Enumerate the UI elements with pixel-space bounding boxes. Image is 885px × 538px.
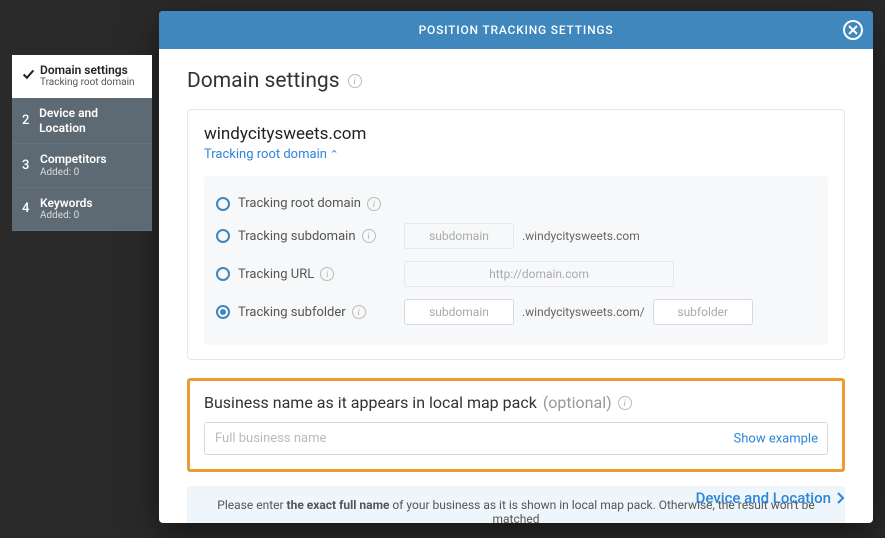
modal-header: POSITION TRACKING SETTINGS: [159, 11, 873, 49]
radio-subfolder-label[interactable]: Tracking subfolder i: [238, 305, 396, 320]
sidebar-step-num: 4: [22, 201, 40, 216]
subfolder-suffix: .windycitysweets.com/: [522, 305, 645, 319]
subfolder-input[interactable]: [653, 299, 753, 325]
info-icon[interactable]: i: [352, 305, 366, 319]
sidebar-step-sub: Added: 0: [40, 210, 93, 222]
subfolder-subdomain-input[interactable]: [404, 299, 514, 325]
sidebar-step-sub: Tracking root domain: [40, 77, 135, 89]
radio-root[interactable]: [216, 197, 230, 211]
next-button[interactable]: Device and Location: [696, 489, 845, 507]
radio-url[interactable]: [216, 267, 230, 281]
sidebar-step-domain[interactable]: Domain settings Tracking root domain: [12, 55, 152, 98]
domain-toggle[interactable]: Tracking root domain: [204, 147, 828, 162]
business-name-section: Business name as it appears in local map…: [187, 378, 845, 472]
hint-bold: the exact full name: [287, 498, 390, 512]
business-name-label: Business name as it appears in local map…: [204, 393, 828, 412]
tracking-options: Tracking root domain i Tracking subdomai…: [204, 176, 828, 345]
section-heading-text: Domain settings: [187, 69, 340, 93]
info-icon[interactable]: i: [367, 197, 381, 211]
info-icon[interactable]: i: [618, 396, 632, 410]
tracking-url-row: Tracking URL i: [216, 255, 816, 293]
domain-name: windycitysweets.com: [204, 124, 828, 144]
sidebar-step-sub: Added: 0: [40, 167, 107, 179]
sidebar-step-competitors[interactable]: 3 Competitors Added: 0: [12, 144, 152, 187]
check-icon: [22, 68, 40, 85]
tracking-subdomain-row: Tracking subdomain i .windycitysweets.co…: [216, 217, 816, 255]
sidebar-step-title: Device and Location: [39, 106, 142, 135]
sidebar-step-num: 3: [22, 158, 40, 173]
modal-title: POSITION TRACKING SETTINGS: [419, 23, 614, 37]
info-icon[interactable]: i: [362, 229, 376, 243]
sidebar-step-title: Competitors: [40, 152, 107, 166]
info-icon[interactable]: i: [320, 267, 334, 281]
url-input: [404, 261, 674, 287]
tracking-subfolder-row: Tracking subfolder i .windycitysweets.co…: [216, 293, 816, 331]
subdomain-input: [404, 223, 514, 249]
radio-subdomain[interactable]: [216, 229, 230, 243]
hint-prefix: Please enter: [217, 498, 286, 512]
radio-root-label[interactable]: Tracking root domain i: [238, 196, 396, 211]
section-heading: Domain settings i: [187, 69, 845, 93]
radio-subfolder[interactable]: [216, 305, 230, 319]
radio-subdomain-label[interactable]: Tracking subdomain i: [238, 229, 396, 244]
business-input-wrap: Show example: [204, 422, 828, 455]
business-optional-text: (optional): [543, 393, 612, 412]
sidebar-step-title: Domain settings: [40, 63, 135, 77]
sidebar-step-device[interactable]: 2 Device and Location: [12, 98, 152, 144]
settings-modal: POSITION TRACKING SETTINGS Domain settin…: [159, 11, 873, 523]
sidebar-step-title: Keywords: [40, 196, 93, 210]
close-icon[interactable]: [843, 20, 863, 40]
wizard-sidebar: Domain settings Tracking root domain 2 D…: [12, 55, 152, 231]
subdomain-suffix: .windycitysweets.com: [522, 229, 640, 243]
tracking-root-row: Tracking root domain i: [216, 190, 816, 217]
info-icon[interactable]: i: [348, 74, 362, 88]
domain-card: windycitysweets.com Tracking root domain…: [187, 109, 845, 360]
sidebar-step-num: 2: [22, 113, 39, 128]
radio-url-label[interactable]: Tracking URL i: [238, 267, 396, 282]
sidebar-step-keywords[interactable]: 4 Keywords Added: 0: [12, 188, 152, 231]
next-button-label: Device and Location: [696, 489, 831, 507]
modal-body: Domain settings i windycitysweets.com Tr…: [159, 49, 873, 523]
chevron-right-icon: [837, 492, 845, 504]
show-example-link[interactable]: Show example: [734, 431, 818, 446]
